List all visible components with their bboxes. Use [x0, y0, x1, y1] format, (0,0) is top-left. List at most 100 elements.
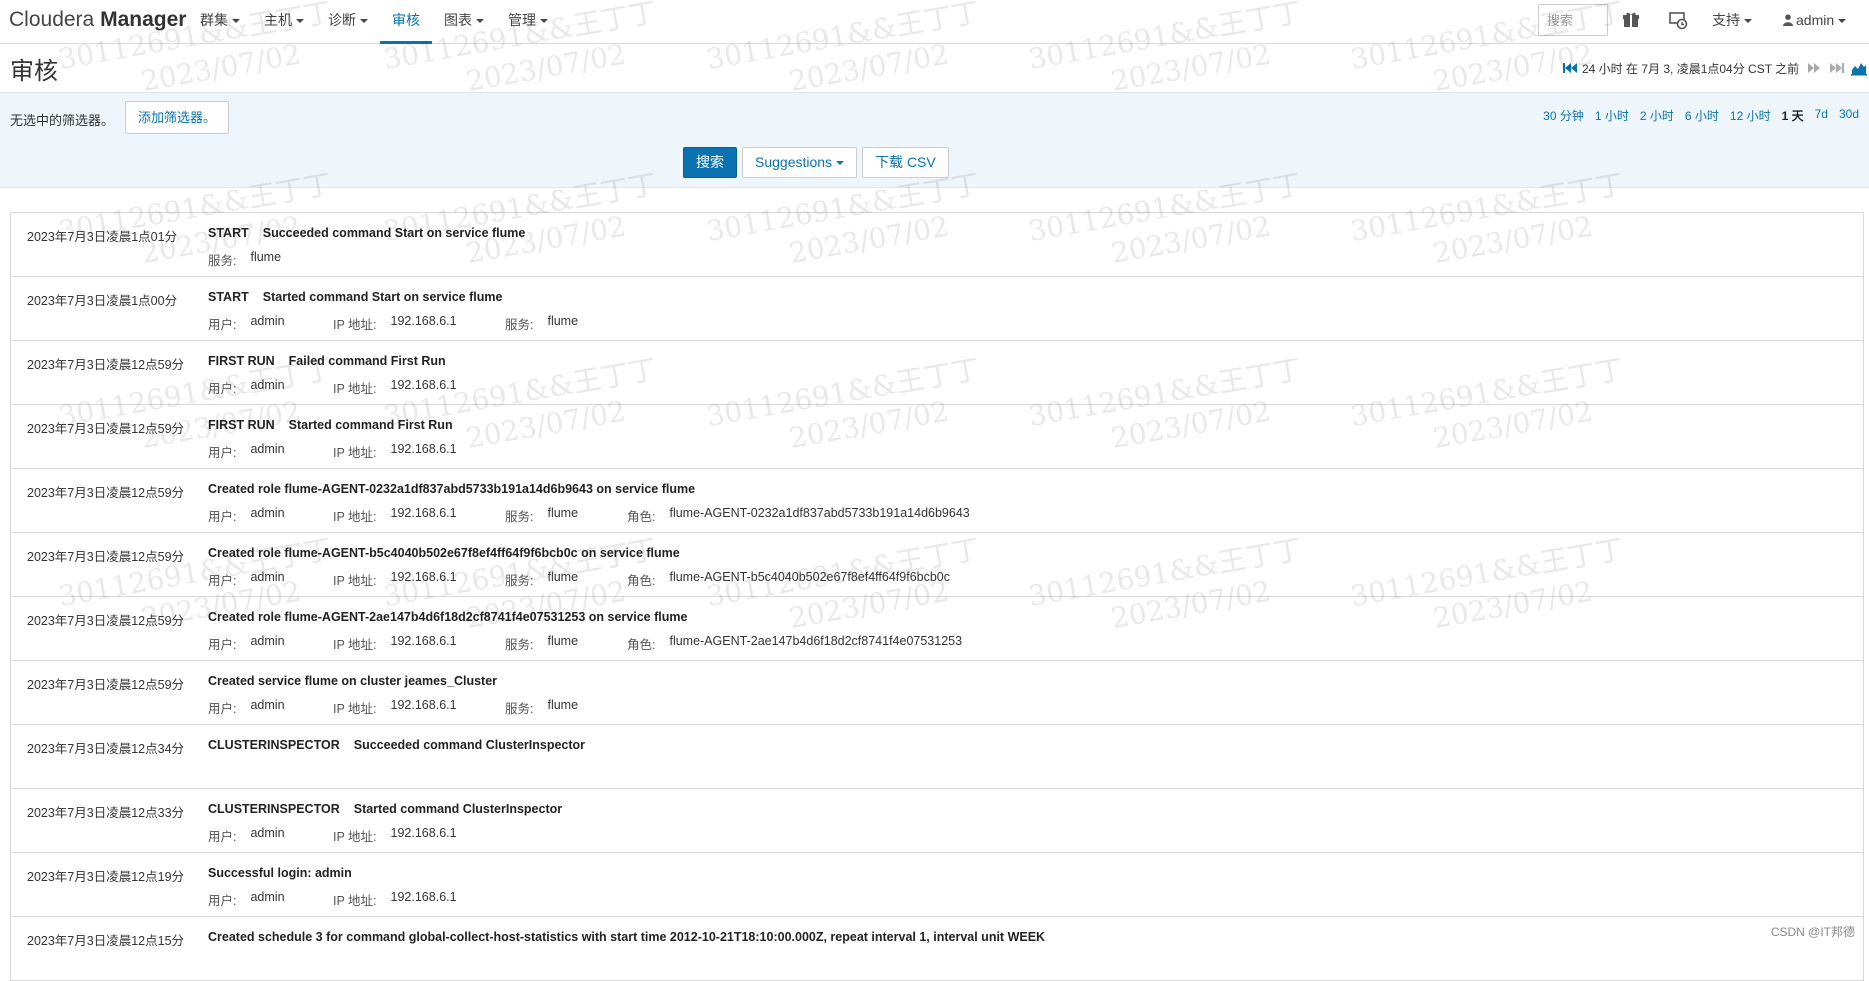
event-attr-user: 用户: admin — [208, 314, 333, 333]
attr-value: 192.168.6.1 — [390, 698, 457, 712]
nav-item-3[interactable]: 审核 — [380, 0, 432, 44]
nav-item-4[interactable]: 图表 — [432, 0, 496, 44]
quick-range-option[interactable]: 6 小时 — [1685, 107, 1719, 124]
event-attr-ip: IP 地址: 192.168.6.1 — [333, 506, 505, 525]
attr-label: IP 地址: — [333, 510, 377, 524]
attr-label: IP 地址: — [333, 638, 377, 652]
audit-event-row[interactable]: 2023年7月3日凌晨12点34分 CLUSTERINSPECTOR Succeed… — [11, 725, 1863, 789]
nav-item-label: 审核 — [392, 12, 420, 28]
support-menu[interactable]: 支持 — [1712, 0, 1752, 40]
attr-value: flume — [547, 314, 579, 328]
event-attr-ip: IP 地址: 192.168.6.1 — [333, 826, 505, 845]
event-timestamp: 2023年7月3日凌晨12点59分 — [27, 550, 185, 564]
search-button[interactable]: 搜索 — [683, 147, 737, 178]
top-navbar: Cloudera Manager 群集 主机 诊断 审核 图表 管理 支持 admin — [0, 0, 1869, 44]
audit-event-row[interactable]: 2023年7月3日凌晨12点59分 Created role flume-AGEN… — [11, 469, 1863, 533]
add-filter-button[interactable]: 添加筛选器。 — [125, 101, 230, 134]
running-commands-icon[interactable] — [1667, 9, 1689, 31]
user-label: admin — [1796, 12, 1835, 28]
audit-event-row[interactable]: 2023年7月3日凌晨12点59分 FIRST RUN Failed command… — [11, 341, 1863, 405]
brand-logo[interactable]: Cloudera Manager — [9, 8, 186, 32]
gift-icon[interactable] — [1620, 9, 1642, 31]
download-csv-button[interactable]: 下载 CSV — [862, 147, 949, 178]
attr-value: 192.168.6.1 — [390, 826, 457, 840]
user-menu[interactable]: admin — [1783, 0, 1847, 40]
event-timestamp: 2023年7月3日凌晨12点59分 — [27, 486, 185, 500]
quick-range-selector: 30 分钟 1 小时 2 小时 6 小时 12 小时 1 天 7d 30d — [1532, 107, 1859, 124]
event-message: Failed command First Run — [288, 354, 446, 368]
event-summary: CLUSTERINSPECTOR Succeeded command Cluste… — [208, 738, 585, 752]
event-message: Started command First Run — [288, 418, 453, 432]
attr-label: 用户: — [208, 702, 237, 716]
event-message: Started command ClusterInspector — [353, 802, 563, 816]
audit-event-row[interactable]: 2023年7月3日凌晨12点33分 CLUSTERINSPECTOR Started… — [11, 789, 1863, 853]
event-attr-user: 用户: admin — [208, 634, 333, 653]
nav-item-5[interactable]: 管理 — [496, 0, 560, 44]
event-attr-ip: IP 地址: 192.168.6.1 — [333, 634, 505, 653]
suggestions-label: Suggestions — [755, 154, 833, 170]
quick-range-option[interactable]: 12 小时 — [1730, 107, 1771, 124]
audit-event-row[interactable]: 2023年7月3日凌晨12点59分 FIRST RUN Started comman… — [11, 405, 1863, 469]
attr-label: 用户: — [208, 446, 237, 460]
event-summary: Created role flume-AGENT-b5c4040b502e67f… — [208, 546, 680, 560]
attr-label: 角色: — [627, 638, 656, 652]
attr-label: 服务: — [208, 254, 237, 268]
audit-event-row[interactable]: 2023年7月3日凌晨12点19分 Successful login: admin… — [11, 853, 1863, 917]
event-timestamp: 2023年7月3日凌晨12点19分 — [27, 870, 185, 884]
chevron-down-icon — [360, 19, 368, 24]
event-summary: Created service flume on cluster jeames_… — [208, 674, 497, 688]
attr-label: IP 地址: — [333, 446, 377, 460]
histogram-chart-icon[interactable] — [1851, 60, 1868, 76]
event-attributes: 用户: admin IP 地址: 192.168.6.1 — [208, 890, 505, 909]
event-command: FIRST RUN — [208, 354, 275, 368]
audit-event-row[interactable]: 2023年7月3日凌晨12点59分 Created role flume-AGEN… — [11, 597, 1863, 661]
attr-label: 用户: — [208, 318, 237, 332]
quick-range-option[interactable]: 30 分钟 — [1543, 107, 1584, 124]
quick-range-option[interactable]: 30d — [1839, 107, 1859, 124]
nav-item-1[interactable]: 主机 — [252, 0, 316, 44]
audit-event-row[interactable]: 2023年7月3日凌晨12点59分 Created role flume-AGEN… — [11, 533, 1863, 597]
jump-to-now-icon[interactable] — [1829, 60, 1845, 76]
event-attr-service: 服务: flume — [505, 314, 627, 333]
suggestions-button[interactable]: Suggestions — [742, 147, 858, 178]
quick-range-option[interactable]: 1 天 — [1782, 107, 1804, 124]
attr-value: admin — [250, 506, 285, 520]
event-timestamp: 2023年7月3日凌晨1点00分 — [27, 294, 178, 308]
audit-event-row[interactable]: 2023年7月3日凌晨12点59分 Created service flume o… — [11, 661, 1863, 725]
quick-range-option[interactable]: 2 小时 — [1640, 107, 1674, 124]
event-attr-ip: IP 地址: 192.168.6.1 — [333, 314, 505, 333]
search-input[interactable] — [1538, 4, 1608, 36]
nav-item-0[interactable]: 群集 — [188, 0, 252, 44]
step-forward-icon[interactable] — [1807, 60, 1823, 76]
time-navigator: 24 小时 在 7月 3, 凌晨1点04分 CST 之前 — [1562, 58, 1868, 78]
attr-value: flume — [547, 570, 579, 584]
chevron-down-icon — [1838, 19, 1847, 24]
event-message: Succeeded command Start on service flume — [262, 226, 526, 240]
audit-event-row[interactable]: 2023年7月3日凌晨12点15分 Created schedule 3 for … — [11, 917, 1863, 981]
event-message: Started command Start on service flume — [262, 290, 503, 304]
user-icon — [1783, 14, 1793, 26]
event-summary: FIRST RUN Failed command First Run — [208, 354, 446, 368]
audit-event-row[interactable]: 2023年7月3日凌晨1点01分 START Succeeded command S… — [11, 213, 1863, 277]
attr-value: 192.168.6.1 — [390, 378, 457, 392]
attr-value: 192.168.6.1 — [390, 890, 457, 904]
event-timestamp: 2023年7月3日凌晨12点59分 — [27, 614, 185, 628]
event-attributes: 用户: admin IP 地址: 192.168.6.1 服务: flume 角色: flum… — [208, 634, 962, 653]
audit-event-row[interactable]: 2023年7月3日凌晨1点00分 START Started command Sta… — [11, 277, 1863, 341]
event-summary: Successful login: admin — [208, 866, 352, 880]
nav-item-label: 诊断 — [328, 12, 356, 28]
attr-label: 服务: — [505, 702, 534, 716]
event-attr-user: 用户: admin — [208, 378, 333, 397]
quick-range-option[interactable]: 1 小时 — [1595, 107, 1629, 124]
attr-label: IP 地址: — [333, 894, 377, 908]
attr-label: IP 地址: — [333, 382, 377, 396]
audit-event-list: 2023年7月3日凌晨1点01分 START Succeeded command S… — [10, 212, 1864, 981]
jump-back-icon[interactable] — [1562, 60, 1578, 76]
attr-value: flume-AGENT-0232a1df837abd5733b191a14d6b… — [669, 506, 970, 520]
attr-label: 服务: — [505, 574, 534, 588]
quick-range-option[interactable]: 7d — [1815, 107, 1828, 124]
event-attr-user: 用户: admin — [208, 826, 333, 845]
event-attr-user: 用户: admin — [208, 698, 333, 717]
event-attr-role: 角色: flume-AGENT-0232a1df837abd5733b191a14… — [627, 506, 970, 525]
nav-item-2[interactable]: 诊断 — [316, 0, 380, 44]
